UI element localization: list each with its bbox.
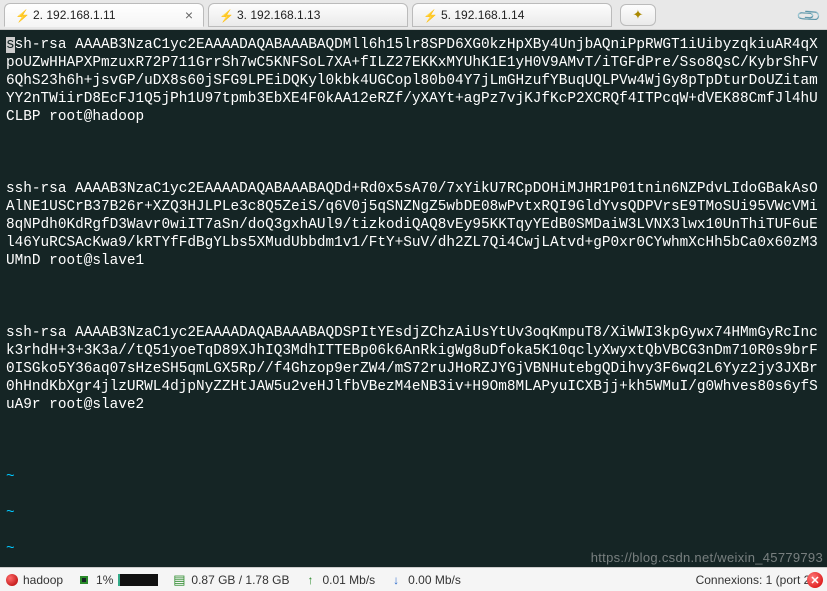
tab-label: 2. 192.168.1.11	[33, 8, 179, 22]
selected-char: s	[6, 37, 15, 53]
connections-value: Connexions: 1 (port 22)	[696, 573, 821, 587]
download-value: 0.00 Mb/s	[408, 573, 461, 587]
lightning-icon: ⚡	[219, 9, 231, 21]
upload-indicator: ↑ 0.01 Mb/s	[303, 573, 375, 587]
tab-bar: ⚡ 2. 192.168.1.11 × ⚡ 3. 192.168.1.13 × …	[0, 0, 827, 30]
vim-tilde: ~	[6, 468, 821, 486]
tab-2[interactable]: ⚡ 3. 192.168.1.13 ×	[208, 3, 408, 27]
download-indicator: ↓ 0.00 Mb/s	[389, 573, 461, 587]
memory-indicator: ▤ 0.87 GB / 1.78 GB	[172, 573, 289, 587]
blank-line	[6, 144, 821, 162]
close-icon[interactable]: ×	[185, 8, 193, 22]
host-name: hadoop	[23, 573, 63, 587]
cpu-indicator: 1%	[77, 573, 158, 587]
memory-value: 0.87 GB / 1.78 GB	[191, 573, 289, 587]
new-tab-button[interactable]: ✦	[620, 4, 656, 26]
ssh-key-1: ssh-rsa AAAAB3NzaC1yc2EAAAADAQABAAABAQDM…	[6, 36, 821, 126]
ssh-key-3: ssh-rsa AAAAB3NzaC1yc2EAAAADAQABAAABAQDS…	[6, 324, 821, 414]
tab-3[interactable]: ⚡ 5. 192.168.1.14 ×	[412, 3, 612, 27]
memory-icon: ▤	[172, 573, 186, 587]
upload-value: 0.01 Mb/s	[322, 573, 375, 587]
paperclip-icon[interactable]: 📎	[795, 2, 823, 30]
cpu-chip-icon	[77, 573, 91, 587]
cpu-graph	[118, 574, 158, 586]
connections-indicator: Connexions: 1 (port 22)	[696, 573, 821, 587]
host-indicator: hadoop	[6, 573, 63, 587]
vim-tilde: ~	[6, 504, 821, 522]
terminal-pane[interactable]: ssh-rsa AAAAB3NzaC1yc2EAAAADAQABAAABAQDM…	[0, 30, 827, 567]
tab-1[interactable]: ⚡ 2. 192.168.1.11 ×	[4, 3, 204, 27]
tab-label: 5. 192.168.1.14	[441, 8, 587, 22]
ssh-key-2: ssh-rsa AAAAB3NzaC1yc2EAAAADAQABAAABAQDd…	[6, 180, 821, 270]
cpu-value: 1%	[96, 573, 113, 587]
x-icon: ✕	[810, 574, 819, 587]
download-arrow-icon: ↓	[389, 573, 403, 587]
watermark: https://blog.csdn.net/weixin_45779793	[591, 550, 823, 566]
tab-label: 3. 192.168.1.13	[237, 8, 383, 22]
lightning-icon: ⚡	[15, 9, 27, 21]
lightning-icon: ⚡	[423, 9, 435, 21]
blank-line	[6, 432, 821, 450]
close-connection-button[interactable]: ✕	[807, 572, 823, 588]
blank-line	[6, 288, 821, 306]
host-dot-icon	[6, 574, 18, 586]
status-bar: hadoop 1% ▤ 0.87 GB / 1.78 GB ↑ 0.01 Mb/…	[0, 567, 827, 591]
sparkle-icon: ✦	[633, 7, 644, 23]
upload-arrow-icon: ↑	[303, 573, 317, 587]
